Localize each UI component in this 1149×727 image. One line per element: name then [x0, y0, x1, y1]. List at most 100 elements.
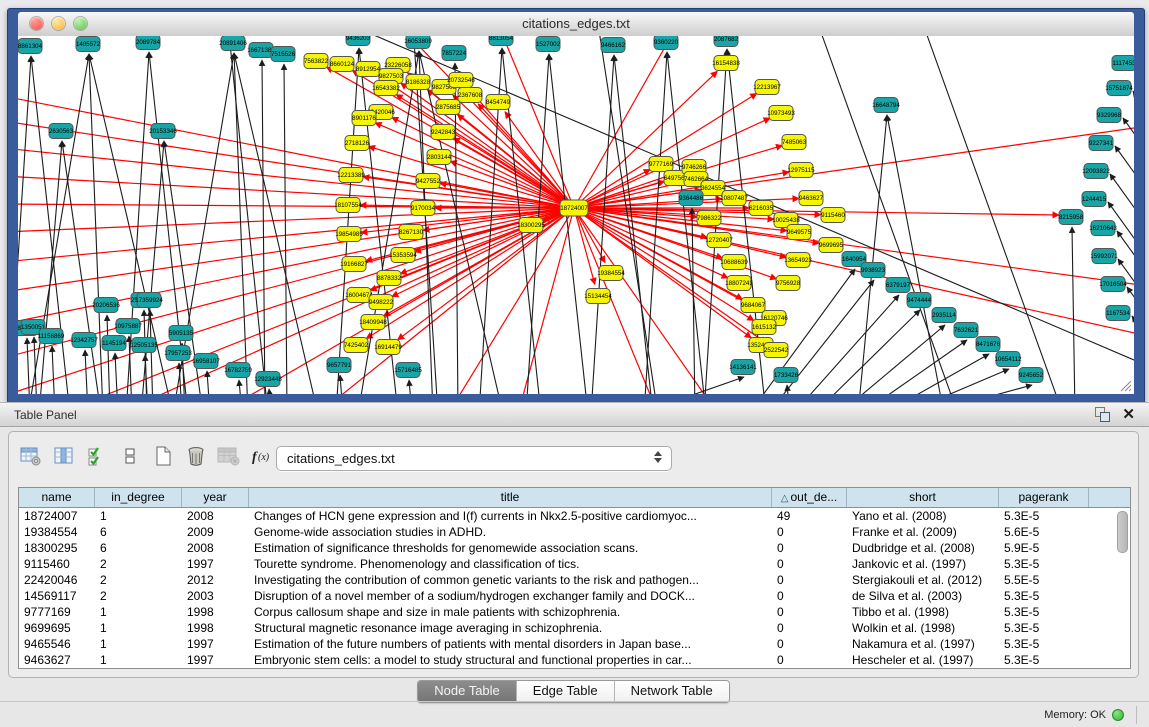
edge[interactable]: [1118, 259, 1134, 334]
delete-entries-icon[interactable]: [184, 444, 208, 468]
cell-in_degree[interactable]: 1: [95, 620, 182, 636]
cell-title[interactable]: Embryonic stem cells: a model to study s…: [249, 652, 772, 668]
graph-node-selected[interactable]: 18807243: [725, 276, 753, 291]
table-row[interactable]: 2242004622012Investigating the contribut…: [19, 572, 1130, 588]
column-header-out_de[interactable]: △out_de...: [772, 488, 847, 507]
graph-node[interactable]: 1145194: [102, 336, 126, 351]
select-all-rows-icon[interactable]: [85, 444, 109, 468]
graph-node-selected[interactable]: 2875685: [436, 100, 461, 115]
graph-node-selected[interactable]: 6216035: [749, 201, 774, 216]
cell-out_de[interactable]: 0: [772, 524, 847, 540]
cell-title[interactable]: Structural magnetic resonance image aver…: [249, 620, 772, 636]
graph-node-selected[interactable]: 2522542: [764, 343, 789, 358]
graph-node-selected[interactable]: 9649575: [787, 225, 812, 240]
cell-out_de[interactable]: 0: [772, 540, 847, 556]
cell-name[interactable]: 9465546: [19, 636, 95, 652]
graph-node-selected[interactable]: 10973493: [767, 106, 795, 121]
graph-node[interactable]: 9466162: [601, 38, 626, 53]
resize-grip-icon[interactable]: [1118, 378, 1132, 392]
graph-node-selected[interactable]: 15134454: [584, 289, 612, 304]
table-row[interactable]: 1938455462009Genome-wide association stu…: [19, 524, 1130, 540]
graph-node[interactable]: 10654112: [994, 352, 1022, 367]
cell-out_de[interactable]: 0: [772, 572, 847, 588]
cell-name[interactable]: 9115460: [19, 556, 95, 572]
new-table-icon[interactable]: [151, 444, 175, 468]
table-row[interactable]: 1830029562008Estimation of significance …: [19, 540, 1130, 556]
cell-in_degree[interactable]: 2: [95, 556, 182, 572]
graph-node[interactable]: 17957253: [164, 346, 192, 361]
graph-node-selected[interactable]: 9427552: [416, 174, 441, 189]
tab-node-table[interactable]: Node Table: [418, 681, 516, 702]
graph-node-selected[interactable]: 16914479: [374, 340, 402, 355]
graph-node[interactable]: 9657791: [327, 358, 352, 373]
edge[interactable]: [926, 385, 1032, 394]
column-header-in_degree[interactable]: in_degree: [95, 488, 182, 507]
cell-short[interactable]: Hescheler et al. (1997): [847, 652, 999, 668]
edge[interactable]: [52, 346, 55, 394]
graph-node-selected[interactable]: 9170034: [411, 201, 436, 216]
graph-node-selected[interactable]: 8901176: [352, 111, 376, 126]
graph-node-selected[interactable]: 8660124: [330, 57, 355, 72]
column-header-year[interactable]: year: [182, 488, 249, 507]
cell-pagerank[interactable]: 5.9E-5: [999, 540, 1089, 556]
table-row[interactable]: 911546021997Tourette syndrome. Phenomeno…: [19, 556, 1130, 572]
graph-node-selected[interactable]: 8186328: [406, 75, 431, 90]
graph-node[interactable]: 9436203: [346, 36, 371, 46]
graph-node[interactable]: 8471676: [976, 337, 1001, 352]
graph-node[interactable]: 16210643: [1089, 221, 1117, 236]
graph-node-selected[interactable]: 9756928: [776, 276, 801, 291]
cell-short[interactable]: Tibbo et al. (1998): [847, 604, 999, 620]
cell-name[interactable]: 9699695: [19, 620, 95, 636]
cell-short[interactable]: Dudbridge et al. (2008): [847, 540, 999, 556]
graph-node[interactable]: 15992071: [1090, 249, 1118, 264]
graph-node[interactable]: 7515526: [271, 47, 296, 62]
cell-out_de[interactable]: 0: [772, 620, 847, 636]
column-header-title[interactable]: title: [249, 488, 772, 507]
graph-node[interactable]: 8861304: [18, 39, 43, 54]
graph-node-selected[interactable]: 9699695: [819, 238, 844, 253]
graph-node[interactable]: 15716485: [394, 363, 422, 378]
graph-node-selected[interactable]: 19854985: [335, 227, 363, 242]
cell-in_degree[interactable]: 6: [95, 524, 182, 540]
edge[interactable]: [18, 121, 574, 208]
cell-out_de[interactable]: 49: [772, 508, 847, 524]
graph-node-selected[interactable]: 10688639: [720, 255, 748, 270]
edge[interactable]: [1115, 146, 1134, 221]
graph-node-selected[interactable]: 18409948: [359, 315, 387, 330]
graph-node[interactable]: 16053809: [404, 36, 432, 49]
citation-network-graph[interactable]: 8861304140557220897842089140616671388751…: [18, 36, 1134, 394]
graph-node-selected[interactable]: 2803144: [427, 150, 452, 165]
cell-out_de[interactable]: 0: [772, 556, 847, 572]
network-canvas[interactable]: 8861304140557220897842089140616671388751…: [18, 36, 1134, 394]
graph-node[interactable]: 2630563: [49, 124, 74, 139]
graph-node-selected[interactable]: 2718126: [345, 136, 370, 151]
edge[interactable]: [207, 371, 210, 394]
edge[interactable]: [85, 350, 88, 394]
graph-node[interactable]: 12923448: [254, 372, 282, 387]
cell-short[interactable]: Franke et al. (2009): [847, 524, 999, 540]
table-row[interactable]: 977716911998Corpus callosum shape and si…: [19, 604, 1130, 620]
graph-node-selected[interactable]: 8878332: [377, 271, 402, 286]
memory-ok-indicator[interactable]: [1112, 709, 1124, 721]
graph-node[interactable]: 1167534: [1106, 306, 1130, 321]
cell-year[interactable]: 1998: [182, 620, 249, 636]
graph-node[interactable]: 17359924: [135, 293, 163, 308]
cell-year[interactable]: 1997: [182, 636, 249, 652]
cell-name[interactable]: 18724007: [19, 508, 95, 524]
graph-node-selected[interactable]: 19166827: [340, 257, 368, 272]
cell-title[interactable]: Genome-wide association studies in ADHD.: [249, 524, 772, 540]
cell-in_degree[interactable]: 6: [95, 540, 182, 556]
cell-name[interactable]: 9777169: [19, 604, 95, 620]
cell-year[interactable]: 2012: [182, 572, 249, 588]
edge[interactable]: [415, 208, 574, 252]
column-header-name[interactable]: name: [19, 488, 95, 507]
graph-node-selected[interactable]: 12213967: [753, 80, 781, 95]
edge[interactable]: [457, 115, 574, 208]
cell-short[interactable]: Nakamura et al. (1997): [847, 636, 999, 652]
cell-pagerank[interactable]: 5.3E-5: [999, 508, 1089, 524]
edge[interactable]: [398, 208, 574, 340]
cell-year[interactable]: 1997: [182, 652, 249, 668]
edge[interactable]: [1132, 316, 1134, 391]
row-height-icon[interactable]: [118, 444, 142, 468]
graph-node[interactable]: 15751874: [1105, 81, 1133, 96]
